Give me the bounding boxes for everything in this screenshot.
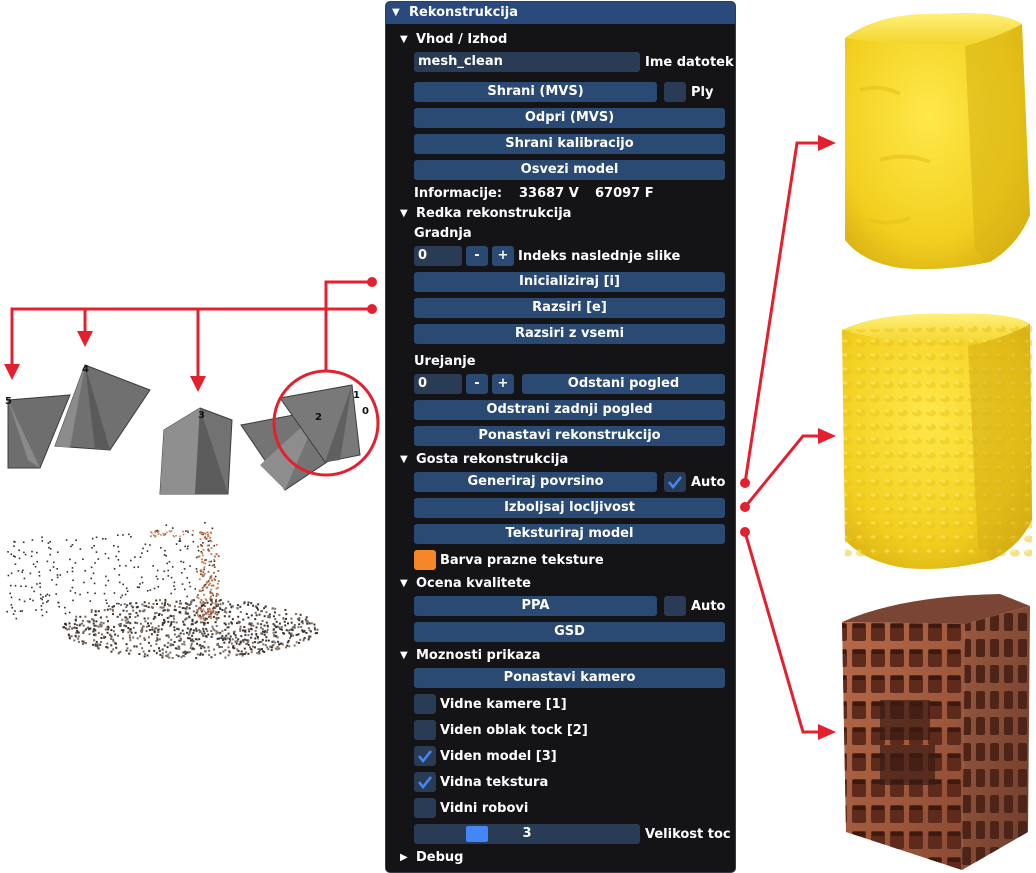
camera-label-1: 1 bbox=[353, 390, 360, 401]
ply-label: Ply bbox=[691, 85, 714, 100]
show-model-checkbox[interactable] bbox=[414, 746, 436, 766]
section-quality-header[interactable]: Ocena kvalitete bbox=[416, 576, 531, 592]
checkmark-icon bbox=[417, 750, 433, 764]
vertex-count: 33687 V bbox=[519, 186, 579, 201]
save-mvs-button[interactable]: Shrani (MVS) bbox=[414, 82, 657, 102]
quality-auto-checkbox[interactable] bbox=[664, 596, 686, 616]
show-texture-label: Vidna tekstura bbox=[440, 775, 549, 790]
panel-titlebar[interactable]: ▼ Rekonstrukcija bbox=[386, 2, 735, 24]
camera-label-5: 5 bbox=[5, 396, 12, 407]
decrement-view-button[interactable]: - bbox=[466, 374, 488, 394]
sparse-point-cloud bbox=[6, 522, 319, 660]
info-label: Informacije: bbox=[414, 186, 503, 201]
preview-refined-surface bbox=[842, 313, 1032, 569]
improve-resolution-button[interactable]: Izboljsaj locljivost bbox=[414, 498, 725, 518]
show-edges-label: Vidni robovi bbox=[440, 801, 529, 816]
dense-auto-label: Auto bbox=[691, 475, 726, 490]
camera-label-3: 3 bbox=[198, 410, 205, 421]
increment-index-button[interactable]: + bbox=[492, 246, 514, 266]
ply-checkbox[interactable] bbox=[664, 82, 686, 102]
ppa-button[interactable]: PPA bbox=[414, 596, 657, 616]
next-image-index-input[interactable]: 0 bbox=[414, 246, 462, 266]
filename-label: Ime datotek bbox=[645, 55, 734, 70]
edit-label: Urejanje bbox=[414, 354, 476, 369]
remove-last-view-button[interactable]: Odstrani zadnji pogled bbox=[414, 400, 725, 420]
empty-texture-color-label: Barva prazne teksture bbox=[440, 553, 604, 568]
show-point-cloud-checkbox[interactable] bbox=[414, 720, 436, 740]
show-cameras-checkbox[interactable] bbox=[414, 694, 436, 714]
camera-label-0: 0 bbox=[362, 406, 369, 417]
section-expanded-icon[interactable]: ▼ bbox=[400, 32, 408, 48]
reconstruction-panel: ▼ Rekonstrukcija ▼ Vhod / Izhod mesh_cle… bbox=[385, 1, 736, 873]
section-collapsed-icon[interactable]: ▶ bbox=[400, 850, 408, 866]
save-calibration-button[interactable]: Shrani kalibracijo bbox=[414, 134, 725, 154]
build-label: Gradnja bbox=[414, 226, 472, 241]
preview-textured-model bbox=[842, 594, 1030, 870]
show-edges-checkbox[interactable] bbox=[414, 798, 436, 818]
collapse-triangle-icon[interactable]: ▼ bbox=[392, 5, 400, 21]
next-image-index-label: Indeks naslednje slike bbox=[518, 249, 681, 264]
increment-view-button[interactable]: + bbox=[492, 374, 514, 394]
extend-all-button[interactable]: Razsiri z vsemi bbox=[414, 324, 725, 344]
show-point-cloud-label: Viden oblak tock [2] bbox=[440, 723, 588, 738]
section-dense-header[interactable]: Gosta rekonstrukcija bbox=[416, 452, 568, 468]
camera-label-2: 2 bbox=[315, 412, 322, 423]
point-size-value: 3 bbox=[522, 826, 532, 841]
camera-frustums bbox=[7, 364, 361, 495]
section-sparse-header[interactable]: Redka rekonstrukcija bbox=[416, 206, 571, 222]
section-debug-header[interactable]: Debug bbox=[416, 850, 463, 866]
gsd-button[interactable]: GSD bbox=[414, 622, 725, 642]
empty-texture-color-swatch[interactable] bbox=[414, 550, 436, 570]
checkmark-icon bbox=[667, 476, 683, 490]
reset-camera-button[interactable]: Ponastavi kamero bbox=[414, 668, 725, 688]
extend-button[interactable]: Razsiri [e] bbox=[414, 298, 725, 318]
dense-auto-checkbox[interactable] bbox=[664, 472, 686, 492]
section-expanded-icon[interactable]: ▼ bbox=[400, 206, 408, 222]
face-count: 67097 F bbox=[595, 186, 654, 201]
point-size-label: Velikost toc bbox=[645, 827, 731, 842]
show-texture-checkbox[interactable] bbox=[414, 772, 436, 792]
open-mvs-button[interactable]: Odpri (MVS) bbox=[414, 108, 725, 128]
preview-smooth-surface bbox=[845, 13, 1030, 270]
show-cameras-label: Vidne kamere [1] bbox=[440, 697, 567, 712]
section-expanded-icon[interactable]: ▼ bbox=[400, 576, 408, 592]
checkmark-icon bbox=[417, 776, 433, 790]
reset-reconstruction-button[interactable]: Ponastavi rekonstrukcijo bbox=[414, 426, 725, 446]
initialize-button[interactable]: Inicializiraj [i] bbox=[414, 272, 725, 292]
section-expanded-icon[interactable]: ▼ bbox=[400, 648, 408, 664]
remove-view-button[interactable]: Odstani pogled bbox=[522, 374, 725, 394]
texture-model-button[interactable]: Teksturiraj model bbox=[414, 524, 725, 544]
filename-input[interactable]: mesh_clean bbox=[414, 52, 640, 72]
panel-title: Rekonstrukcija bbox=[409, 5, 518, 20]
quality-auto-label: Auto bbox=[691, 599, 726, 614]
point-size-slider[interactable]: 3 bbox=[414, 824, 640, 844]
generate-surface-button[interactable]: Generiraj povrsino bbox=[414, 472, 657, 492]
section-io-header[interactable]: Vhod / Izhod bbox=[416, 32, 507, 48]
refresh-model-button[interactable]: Osvezi model bbox=[414, 160, 725, 180]
section-expanded-icon[interactable]: ▼ bbox=[400, 452, 408, 468]
section-display-header[interactable]: Moznosti prikaza bbox=[416, 648, 540, 664]
camera-label-4: 4 bbox=[82, 364, 89, 375]
decrement-index-button[interactable]: - bbox=[466, 246, 488, 266]
view-index-input[interactable]: 0 bbox=[414, 374, 462, 394]
show-model-label: Viden model [3] bbox=[440, 749, 557, 764]
